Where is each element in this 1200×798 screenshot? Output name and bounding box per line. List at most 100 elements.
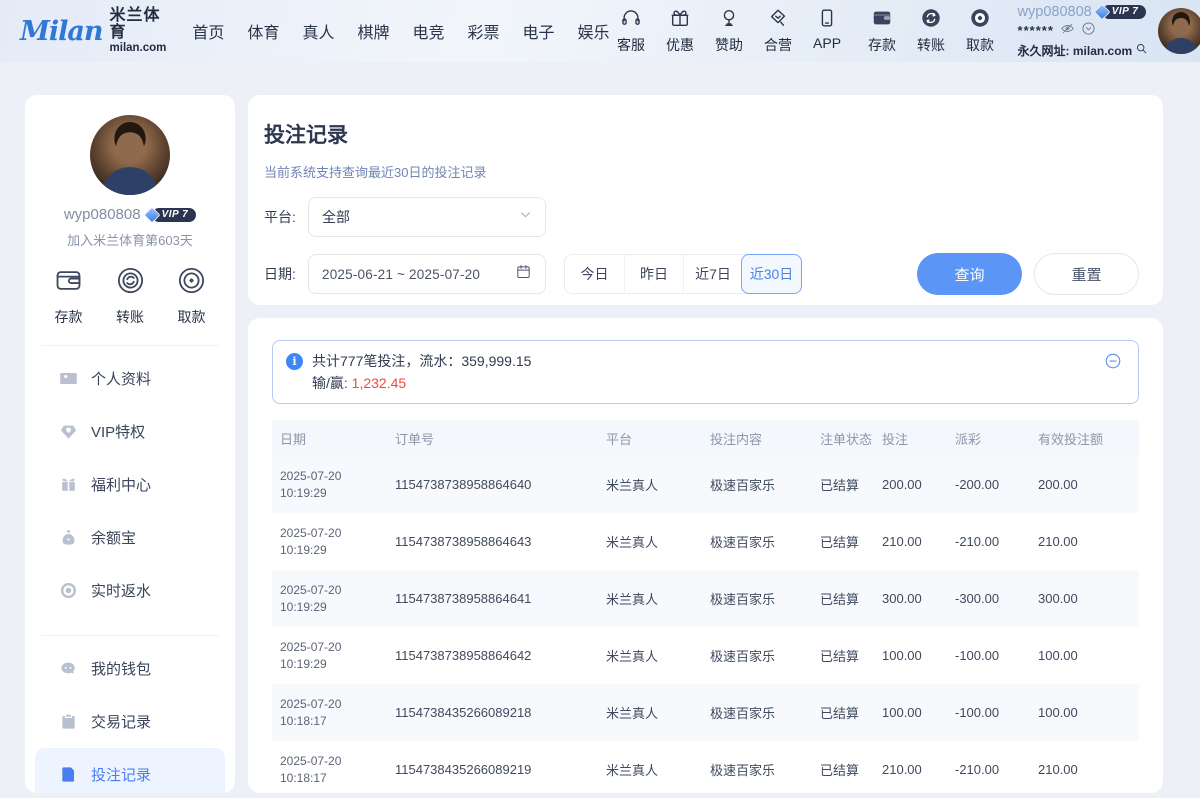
sidebar-item-rebate[interactable]: 实时返水 (25, 564, 235, 617)
nav-entertainment[interactable]: 娱乐 (578, 19, 610, 43)
service-partner[interactable]: 合营 (757, 7, 800, 55)
status-badge: 已结算 (812, 475, 874, 494)
headset-icon (620, 7, 642, 34)
member-days: 加入米兰体育第603天 (25, 230, 235, 249)
wallet-links: 存款 转账 取款 (861, 7, 1002, 55)
table-row[interactable]: 2025-07-2010:19:29 1154738738958864643 米… (272, 513, 1139, 570)
topbar-withdraw[interactable]: 取款 (959, 7, 1002, 55)
nav-live[interactable]: 真人 (302, 19, 334, 43)
status-badge: 已结算 (812, 589, 874, 608)
avatar[interactable] (1158, 8, 1200, 54)
platform-label: 平台: (264, 207, 308, 227)
table-row[interactable]: 2025-07-2010:18:17 1154738435266089219 米… (272, 741, 1139, 798)
nav-esports[interactable]: 电竞 (412, 19, 444, 43)
filter-card: 投注记录 当前系统支持查询最近30日的投注记录 平台: 全部 日期: 2025-… (248, 95, 1163, 305)
transactions-icon (59, 712, 78, 731)
sidebar-quick-actions: 存款 转账 取款 (25, 265, 235, 327)
transfer-outline-icon (115, 265, 146, 301)
chevron-circle-icon[interactable] (1081, 21, 1096, 41)
date-label: 日期: (264, 264, 308, 284)
transfer-icon (920, 7, 942, 34)
summary-totals: 共计777笔投注，流水：359,999.15 (312, 350, 531, 372)
winloss-value: 1,232.45 (352, 375, 407, 391)
sidebar: wyp080808 VIP 7 加入米兰体育第603天 存款 转账 取款 个人资… (25, 95, 235, 793)
sidebar-deposit[interactable]: 存款 (53, 265, 84, 327)
quick-30days-button[interactable]: 近30日 (741, 254, 802, 294)
eye-off-icon[interactable] (1060, 21, 1075, 41)
site-logo[interactable]: Milan 米兰体育 milan.com (20, 8, 166, 54)
sponsor-icon (718, 7, 740, 34)
main-nav: 首页 体育 真人 棋牌 电竞 彩票 电子 娱乐 (192, 19, 609, 43)
topbar-transfer[interactable]: 转账 (910, 7, 953, 55)
status-badge: 已结算 (812, 532, 874, 551)
partner-icon (767, 7, 789, 34)
search-icon[interactable] (1135, 42, 1148, 58)
table-header: 日期 订单号 平台 投注内容 注单状态 投注 派彩 有效投注额 (272, 420, 1139, 456)
status-badge: 已结算 (812, 760, 874, 779)
sidebar-menu-account: 个人资料 VIP特权 福利中心 余额宝 实时返水 (25, 352, 235, 617)
status-badge: 已结算 (812, 646, 874, 665)
sidebar-item-betting-records[interactable]: 投注记录 (35, 748, 225, 793)
sidebar-withdraw[interactable]: 取款 (176, 265, 207, 327)
nav-lottery[interactable]: 彩票 (468, 19, 500, 43)
date-range-input[interactable]: 2025-06-21 ~ 2025-07-20 (308, 254, 546, 294)
summary-winloss: 输/赢: 1,232.45 (312, 372, 531, 394)
quick-7days-button[interactable]: 近7日 (683, 255, 742, 293)
service-links: 客服 优惠 赞助 合营 APP (610, 7, 849, 55)
table-row[interactable]: 2025-07-2010:19:29 1154738738958864641 米… (272, 570, 1139, 627)
quick-yesterday-button[interactable]: 昨日 (624, 255, 683, 293)
moneybag-icon (59, 528, 78, 547)
reset-button[interactable]: 重置 (1034, 253, 1139, 295)
idcard-icon (59, 369, 78, 388)
minus-circle-icon[interactable] (1104, 352, 1122, 375)
sidebar-menu-records: 我的钱包 交易记录 投注记录 (25, 642, 235, 793)
sidebar-avatar[interactable] (90, 115, 170, 195)
sidebar-item-profile[interactable]: 个人资料 (25, 352, 235, 405)
withdraw-icon (969, 7, 991, 34)
sidebar-item-transactions[interactable]: 交易记录 (25, 695, 235, 748)
sidebar-username: wyp080808 (64, 206, 141, 223)
status-badge: 已结算 (812, 703, 874, 722)
service-app[interactable]: APP (806, 7, 849, 55)
username: wyp080808 (1018, 4, 1092, 20)
sidebar-item-vip[interactable]: VIP特权 (25, 405, 235, 458)
service-promos[interactable]: 优惠 (659, 7, 702, 55)
platform-filter-row: 平台: 全部 (264, 197, 1139, 237)
divider (41, 345, 219, 346)
table-row[interactable]: 2025-07-2010:18:17 1154738435266089218 米… (272, 684, 1139, 741)
vip-badge: VIP 7 (1096, 5, 1147, 19)
chevron-down-icon (519, 208, 532, 226)
sidebar-item-welfare[interactable]: 福利中心 (25, 458, 235, 511)
topbar-deposit[interactable]: 存款 (861, 7, 904, 55)
vip-icon (59, 422, 78, 441)
service-support[interactable]: 客服 (610, 7, 653, 55)
summary-bar: i 共计777笔投注，流水：359,999.15 输/赢: 1,232.45 (272, 340, 1139, 404)
page-subtitle: 当前系统支持查询最近30日的投注记录 (264, 162, 1139, 181)
nav-home[interactable]: 首页 (192, 19, 224, 43)
divider (41, 635, 219, 636)
gift-icon (669, 7, 691, 34)
sidebar-item-yuebao[interactable]: 余额宝 (25, 511, 235, 564)
search-button[interactable]: 查询 (917, 253, 1022, 295)
info-icon: i (286, 353, 303, 370)
records-card: i 共计777笔投注，流水：359,999.15 输/赢: 1,232.45 日… (248, 318, 1163, 793)
date-filter-row: 日期: 2025-06-21 ~ 2025-07-20 今日 昨日 近7日 近3… (264, 253, 1139, 295)
service-sponsor[interactable]: 赞助 (708, 7, 751, 55)
quick-today-button[interactable]: 今日 (565, 255, 624, 293)
permanent-url: 永久网址: milan.com (1018, 42, 1133, 59)
mywallet-icon (59, 659, 78, 678)
topbar: Milan 米兰体育 milan.com 首页 体育 真人 棋牌 电竞 彩票 电… (0, 0, 1200, 62)
rebate-icon (59, 581, 78, 600)
sidebar-vip-badge: VIP 7 (146, 208, 197, 222)
nav-slots[interactable]: 电子 (523, 19, 555, 43)
page-title: 投注记录 (264, 119, 1139, 149)
table-row[interactable]: 2025-07-2010:19:29 1154738738958864640 米… (272, 456, 1139, 513)
nav-sports[interactable]: 体育 (247, 19, 279, 43)
nav-cards[interactable]: 棋牌 (357, 19, 389, 43)
platform-select[interactable]: 全部 (308, 197, 546, 237)
sidebar-transfer[interactable]: 转账 (115, 265, 146, 327)
sidebar-item-my-wallet[interactable]: 我的钱包 (25, 642, 235, 695)
table-row[interactable]: 2025-07-2010:19:29 1154738738958864642 米… (272, 627, 1139, 684)
withdraw-outline-icon (176, 265, 207, 301)
phone-icon (816, 7, 838, 34)
